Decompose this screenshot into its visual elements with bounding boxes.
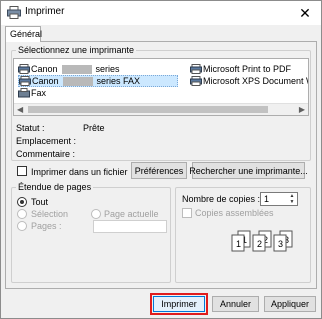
- location-label: Emplacement :: [16, 136, 77, 146]
- pages-input[interactable]: [93, 220, 167, 233]
- radio-pages[interactable]: [17, 221, 27, 231]
- printer-name: Microsoft Print to PDF: [203, 64, 292, 74]
- copies-spinner[interactable]: ▲ ▼: [287, 193, 297, 205]
- printer-name-suffix: series: [95, 64, 120, 74]
- radio-all-label: Tout: [31, 197, 49, 207]
- horizontal-scrollbar[interactable]: ◀ ▶: [14, 103, 308, 115]
- print-dialog: Imprimer ✕ Général Sélectionnez une impr…: [0, 0, 322, 319]
- window-title: Imprimer: [25, 6, 65, 17]
- printer-item[interactable]: Microsoft XPS Document W: [190, 75, 308, 87]
- collate-checkbox[interactable]: [182, 208, 192, 218]
- printer-item[interactable]: Fax: [18, 87, 46, 99]
- radio-pages-label: Pages :: [31, 221, 62, 231]
- svg-text:1: 1: [236, 239, 241, 249]
- radio-current-page-label: Page actuelle: [104, 209, 159, 219]
- chevron-down-icon[interactable]: ▼: [287, 199, 297, 205]
- printer-icon: [18, 64, 30, 74]
- redacted-model: [61, 64, 92, 74]
- radio-selection[interactable]: [17, 209, 27, 219]
- status-value: Prête: [83, 123, 105, 133]
- print-to-file-checkbox[interactable]: [17, 166, 27, 176]
- radio-all[interactable]: [17, 197, 27, 207]
- cancel-button[interactable]: Annuler: [212, 296, 259, 312]
- printer-item-selected[interactable]: Canon series FAX: [18, 75, 178, 87]
- scroll-thumb[interactable]: [28, 106, 268, 113]
- printer-name: Fax: [31, 88, 47, 98]
- scroll-left-icon[interactable]: ◀: [17, 105, 23, 114]
- fax-icon: [18, 88, 30, 98]
- radio-current-page[interactable]: [91, 209, 101, 219]
- find-printer-button[interactable]: Rechercher une imprimante...: [189, 162, 308, 179]
- printer-item[interactable]: Canon series: [18, 63, 120, 75]
- copies-label: Nombre de copies :: [182, 194, 261, 204]
- print-button-highlight: [150, 293, 208, 315]
- status-label: Statut :: [16, 123, 45, 133]
- tab-general[interactable]: Général: [5, 26, 42, 42]
- svg-text:2: 2: [257, 239, 262, 249]
- comment-label: Commentaire :: [16, 149, 76, 159]
- collate-pages-icon: 1 1 2 2 3 3: [231, 230, 293, 252]
- printer-icon: [7, 6, 21, 19]
- printer-name-suffix: series FAX: [96, 76, 141, 86]
- scroll-right-icon[interactable]: ▶: [299, 105, 305, 114]
- collate-label: Copies assemblées: [195, 208, 274, 218]
- preferences-button[interactable]: Préférences: [131, 162, 187, 179]
- printer-name: Microsoft XPS Document W: [203, 76, 308, 86]
- close-button[interactable]: ✕: [293, 3, 317, 23]
- printer-name-prefix: Canon: [32, 76, 59, 86]
- radio-selection-label: Sélection: [31, 209, 69, 219]
- printer-icon: [19, 76, 31, 86]
- apply-button[interactable]: Appliquer: [264, 296, 316, 312]
- printer-icon: [190, 76, 202, 86]
- printer-item[interactable]: Microsoft Print to PDF: [190, 63, 291, 75]
- printer-name-prefix: Canon: [31, 64, 58, 74]
- printer-list[interactable]: Canon series Canon series FAX Fax Micros…: [13, 58, 309, 116]
- printer-icon: [190, 64, 202, 74]
- print-to-file-label: Imprimer dans un fichier: [31, 167, 128, 177]
- svg-text:3: 3: [278, 239, 283, 249]
- printer-group-label: Sélectionnez une imprimante: [16, 45, 137, 55]
- page-range-label: Étendue de pages: [16, 182, 94, 192]
- title-bar: Imprimer ✕: [1, 1, 321, 25]
- redacted-model: [62, 76, 93, 86]
